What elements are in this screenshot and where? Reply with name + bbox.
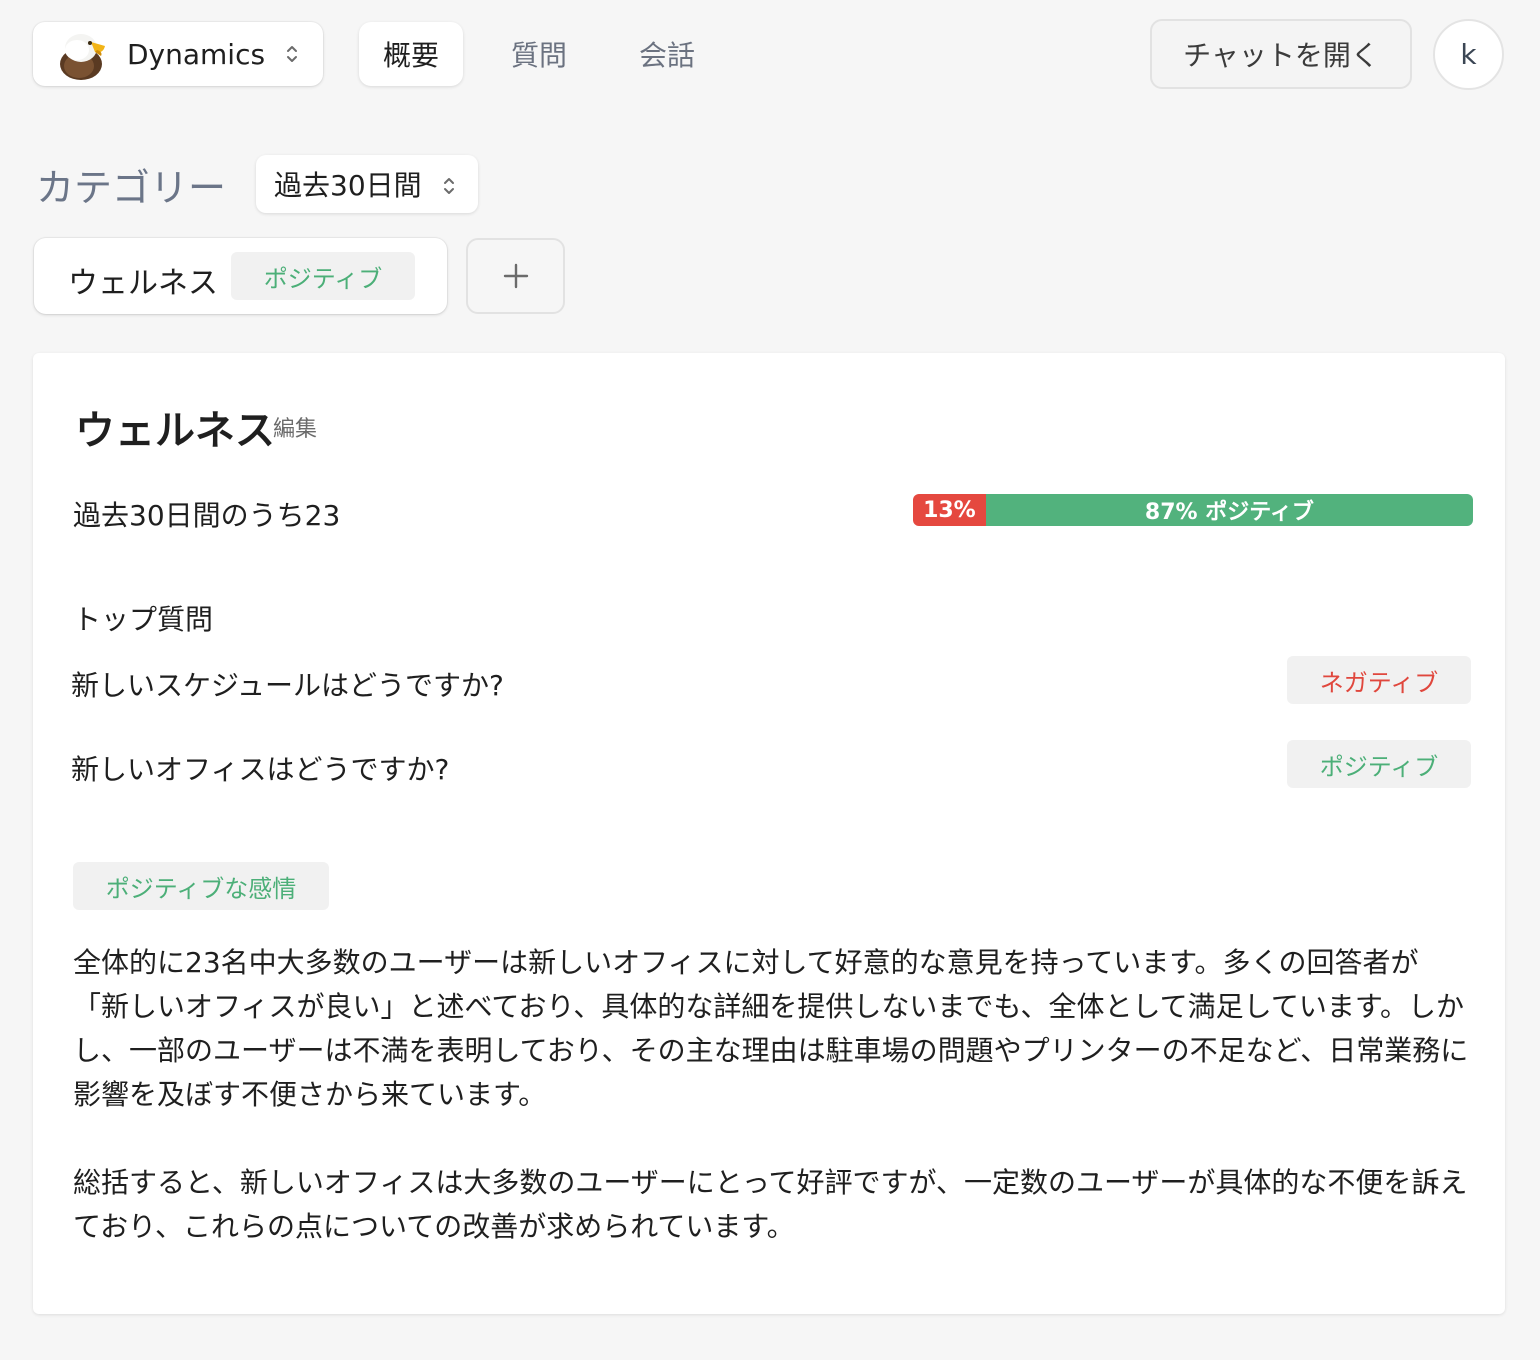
tab-questions[interactable]: 質問 bbox=[487, 22, 591, 86]
sentiment-summary-badge: ポジティブな感情 bbox=[73, 862, 329, 910]
summary-text: 全体的に23名中大多数のユーザーは新しいオフィスに対して好意的な意見を持っていま… bbox=[73, 941, 1473, 1249]
category-detail-card: ウェルネス 編集 過去30日間のうち23 13% 87% ポジティブ トップ質問… bbox=[33, 353, 1505, 1314]
period-select-value: 過去30日間 bbox=[274, 169, 422, 202]
sentiment-bar-positive: 87% ポジティブ bbox=[985, 494, 1473, 526]
question-sentiment-badge: ネガティブ bbox=[1287, 656, 1471, 704]
list-item[interactable]: 新しいオフィスはどうですか? ポジティブ bbox=[71, 740, 1471, 788]
category-chip-wellness[interactable]: ウェルネス ポジティブ bbox=[34, 238, 447, 314]
question-text: 新しいオフィスはどうですか? bbox=[71, 753, 450, 786]
question-sentiment-badge: ポジティブ bbox=[1287, 740, 1471, 788]
edit-link[interactable]: 編集 bbox=[273, 411, 317, 443]
response-count: 過去30日間のうち23 bbox=[73, 499, 341, 532]
sentiment-bar-negative: 13% bbox=[913, 494, 986, 526]
top-questions-heading: トップ質問 bbox=[73, 603, 214, 636]
avatar[interactable]: k bbox=[1433, 19, 1504, 90]
plus-icon bbox=[503, 263, 528, 289]
sentiment-bar: 13% 87% ポジティブ bbox=[913, 494, 1473, 526]
question-text: 新しいスケジュールはどうですか? bbox=[71, 669, 504, 702]
summary-paragraph: 全体的に23名中大多数のユーザーは新しいオフィスに対して好意的な意見を持っていま… bbox=[73, 946, 1469, 1111]
list-item[interactable]: 新しいスケジュールはどうですか? ネガティブ bbox=[71, 656, 1471, 704]
tab-conversations[interactable]: 会話 bbox=[615, 22, 719, 86]
chevron-updown-icon bbox=[285, 42, 299, 66]
category-sentiment-badge: ポジティブ bbox=[231, 252, 415, 300]
open-chat-button[interactable]: チャットを開く bbox=[1150, 19, 1412, 89]
workspace-name: Dynamics bbox=[127, 37, 266, 71]
eagle-logo-icon bbox=[57, 28, 109, 80]
summary-paragraph: 総括すると、新しいオフィスは大多数のユーザーにとって好評ですが、一定数のユーザー… bbox=[73, 1166, 1468, 1243]
chevron-updown-icon bbox=[442, 172, 456, 196]
period-select[interactable]: 過去30日間 bbox=[256, 155, 478, 213]
category-chip-label: ウェルネス bbox=[68, 266, 218, 301]
tab-overview[interactable]: 概要 bbox=[359, 22, 463, 86]
add-category-button[interactable] bbox=[466, 238, 565, 314]
category-title: ウェルネス bbox=[75, 408, 275, 454]
workspace-switcher[interactable]: Dynamics bbox=[33, 22, 323, 86]
categories-heading: カテゴリー bbox=[36, 166, 227, 210]
